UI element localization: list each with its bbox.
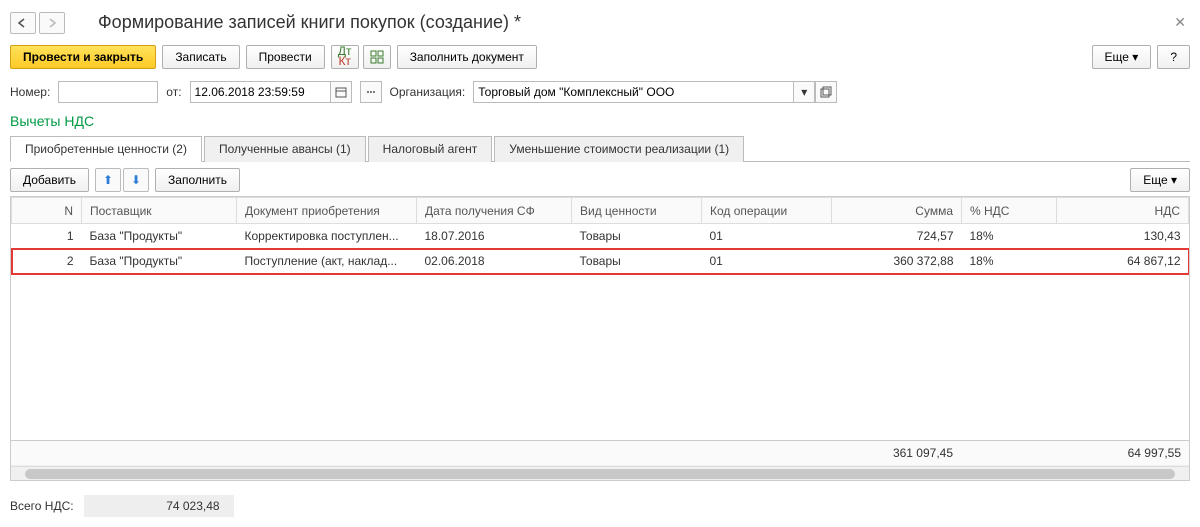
number-label: Номер: — [10, 85, 50, 99]
move-up-button[interactable]: ⬆ — [95, 168, 121, 192]
total-vat-value: 74 023,48 — [84, 495, 234, 517]
more-label-sub: Еще — [1143, 173, 1167, 187]
calendar-icon — [335, 86, 347, 98]
chevron-down-icon: ▾ — [1171, 173, 1177, 187]
save-button[interactable]: Записать — [162, 45, 239, 69]
post-and-close-button[interactable]: Провести и закрыть — [10, 45, 156, 69]
col-opcode[interactable]: Код операции — [702, 198, 832, 224]
col-sum[interactable]: Сумма — [832, 198, 962, 224]
help-button[interactable]: ? — [1157, 45, 1190, 69]
arrow-down-icon: ⬇ — [131, 173, 141, 187]
from-label: от: — [166, 85, 181, 99]
ellipsis-icon — [365, 86, 377, 98]
col-sfdate[interactable]: Дата получения СФ — [417, 198, 572, 224]
table-row[interactable]: 1База "Продукты"Корректировка поступлен.… — [12, 224, 1189, 249]
col-doc[interactable]: Документ приобретения — [237, 198, 417, 224]
org-label: Организация: — [390, 85, 466, 99]
fill-document-button[interactable]: Заполнить документ — [397, 45, 537, 69]
add-row-button[interactable]: Добавить — [10, 168, 89, 192]
col-supplier[interactable]: Поставщик — [82, 198, 237, 224]
more-label: Еще — [1105, 50, 1129, 64]
nav-back-button[interactable] — [10, 12, 36, 34]
horizontal-scrollbar[interactable] — [11, 466, 1189, 480]
chevron-down-icon: ▾ — [1132, 50, 1138, 64]
structure-button[interactable] — [363, 45, 391, 69]
structure-icon — [370, 50, 384, 64]
col-n[interactable]: N — [12, 198, 82, 224]
calendar-button[interactable] — [330, 81, 352, 103]
total-sum: 361 097,45 — [831, 441, 961, 466]
page-title: Формирование записей книги покупок (созд… — [98, 12, 1170, 33]
table-row[interactable]: 2База "Продукты"Поступление (акт, наклад… — [12, 249, 1189, 274]
data-table: N Поставщик Документ приобретения Дата п… — [11, 197, 1189, 274]
nav-forward-button[interactable] — [39, 12, 65, 34]
number-input[interactable] — [58, 81, 158, 103]
col-kind[interactable]: Вид ценности — [572, 198, 702, 224]
tab-3[interactable]: Уменьшение стоимости реализации (1) — [494, 136, 744, 162]
tab-2[interactable]: Налоговый агент — [368, 136, 493, 162]
col-vatpct[interactable]: % НДС — [962, 198, 1057, 224]
close-icon[interactable]: ✕ — [1170, 10, 1190, 35]
org-open-button[interactable] — [815, 81, 837, 103]
total-vat: 64 997,55 — [1056, 441, 1189, 466]
chevron-down-icon: ▾ — [801, 85, 807, 99]
open-icon — [820, 86, 832, 98]
col-vat[interactable]: НДС — [1057, 198, 1189, 224]
totals-row: 361 097,45 64 997,55 — [11, 441, 1189, 466]
more-button-top[interactable]: Еще ▾ — [1092, 45, 1152, 69]
dt-kt-button[interactable]: ДтКт — [331, 45, 359, 69]
dt-kt-icon: ДтКт — [338, 47, 352, 67]
fill-button[interactable]: Заполнить — [155, 168, 240, 192]
tab-1[interactable]: Полученные авансы (1) — [204, 136, 366, 162]
tab-0[interactable]: Приобретенные ценности (2) — [10, 136, 202, 162]
move-down-button[interactable]: ⬇ — [123, 168, 149, 192]
more-button-sub[interactable]: Еще ▾ — [1130, 168, 1190, 192]
total-vat-label: Всего НДС: — [10, 499, 74, 513]
arrow-up-icon: ⬆ — [103, 173, 113, 187]
post-button[interactable]: Провести — [246, 45, 325, 69]
date-extra-button[interactable] — [360, 81, 382, 103]
date-input[interactable] — [190, 81, 330, 103]
org-dropdown-button[interactable]: ▾ — [793, 81, 815, 103]
org-input[interactable] — [473, 81, 793, 103]
section-title: Вычеты НДС — [10, 113, 1190, 129]
